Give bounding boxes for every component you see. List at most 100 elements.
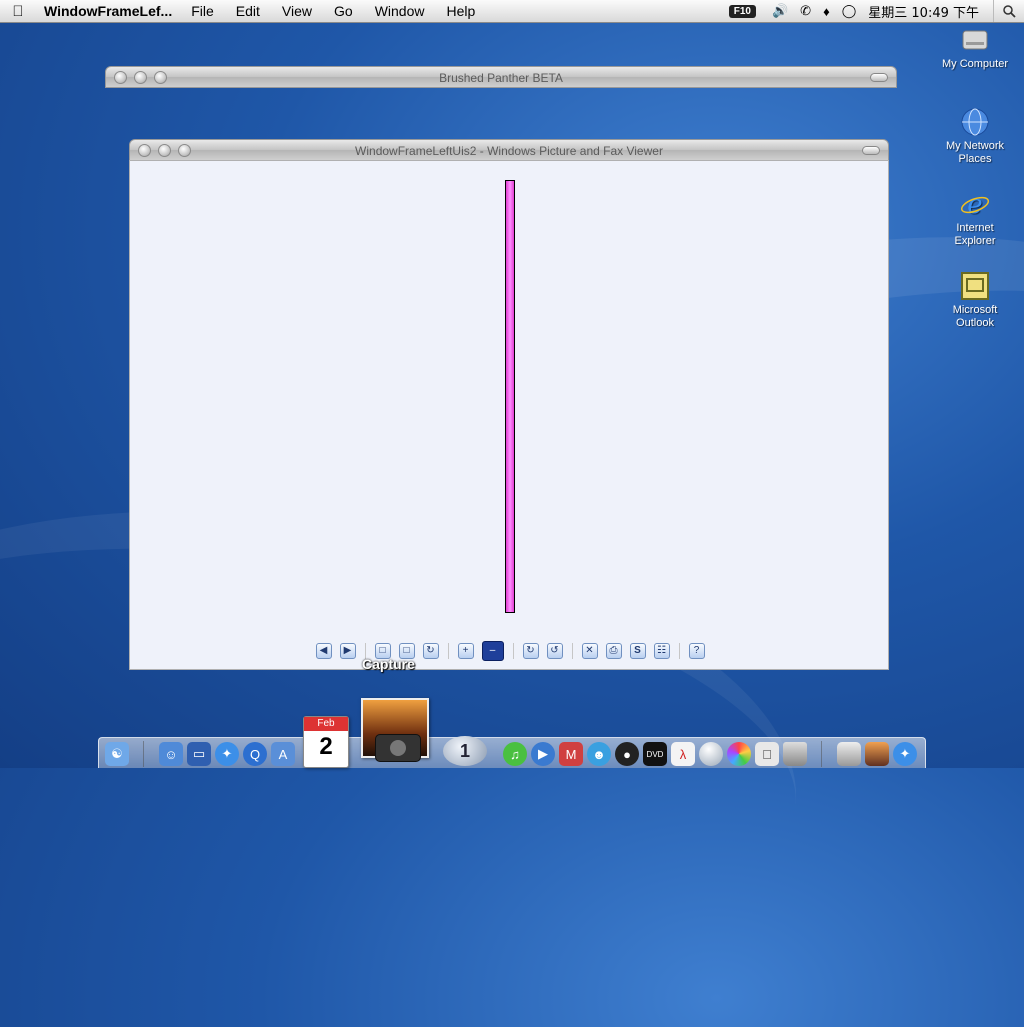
- window-title: WindowFrameLeftUis2 - Windows Picture an…: [355, 144, 663, 158]
- menu-edit[interactable]: Edit: [225, 3, 271, 19]
- zoom-out-icon[interactable]: –: [481, 641, 504, 661]
- desktop-icon-label: Microsoft Outlook: [952, 304, 998, 329]
- desktop-icon-internet-explorer[interactable]: e Internet Explorer: [935, 188, 1015, 248]
- menu-window[interactable]: Window: [364, 3, 436, 19]
- dock-item-acrobat[interactable]: λ: [671, 742, 695, 766]
- dock-item-color-wheel[interactable]: [727, 742, 751, 766]
- dock-item-calendar[interactable]: Feb 2: [303, 716, 349, 768]
- mail-icon: M: [559, 742, 583, 766]
- speech-bubble-badge-icon: 1: [443, 736, 487, 766]
- apple-swirl-icon: ☯: [105, 742, 129, 766]
- dvd-player-icon: DVD: [643, 742, 667, 766]
- menu-go[interactable]: Go: [323, 3, 364, 19]
- open-editor-icon[interactable]: ☷: [653, 643, 670, 659]
- next-image-icon[interactable]: ▶: [339, 643, 356, 659]
- toolbar-toggle-button[interactable]: [870, 73, 888, 82]
- desktop-icon: ▭: [187, 742, 211, 766]
- chat-bubble-icon[interactable]: ◯: [842, 3, 857, 19]
- desktop-icon-outlook[interactable]: Microsoft Outlook: [935, 270, 1015, 330]
- phone-icon[interactable]: ✆: [800, 3, 811, 19]
- desktop-icon-label: Internet Explorer: [954, 222, 996, 247]
- viewer-window-titlebar[interactable]: WindowFrameLeftUis2 - Windows Picture an…: [129, 139, 889, 161]
- menu-clock[interactable]: 星期三 10:49 下午: [868, 2, 979, 21]
- outlook-icon: [959, 270, 991, 302]
- dock-item-desktop[interactable]: ▭: [187, 742, 211, 766]
- menu-app-name[interactable]: WindowFrameLef...: [36, 3, 180, 19]
- dock-item-media-player[interactable]: ▶: [531, 742, 555, 766]
- help-icon[interactable]: ?: [688, 643, 705, 659]
- svg-text:e: e: [967, 190, 982, 219]
- internet-explorer-icon: e: [959, 188, 991, 220]
- photo-stack-icon: [865, 742, 889, 766]
- print-icon[interactable]: ⎙: [605, 643, 622, 659]
- menu-help[interactable]: Help: [435, 3, 486, 19]
- spotlight-search-icon[interactable]: [993, 0, 1024, 22]
- dock-item-hard-drive[interactable]: [837, 742, 861, 766]
- volume-icon[interactable]: 🔊: [772, 3, 788, 19]
- toolbar-divider: [571, 643, 573, 659]
- menu-view[interactable]: View: [271, 3, 323, 19]
- dock-item-quicktime[interactable]: Q: [243, 742, 267, 766]
- dock: ☯ ☺ ▭ ✦ Q A Feb 2 1 ♫ ▶ M ☻ ● DVD λ  ✦: [98, 698, 926, 768]
- rotate-counterclockwise-icon[interactable]: ↺: [546, 643, 563, 659]
- brushed-panther-window[interactable]: Brushed Panther BETA: [105, 66, 897, 88]
- dock-divider: [143, 741, 144, 767]
- toolbar-divider: [678, 643, 680, 659]
- calendar-month: Feb: [304, 717, 348, 731]
- media-player-icon: ▶: [531, 742, 555, 766]
- viewer-toolbar: ◀ ▶ □ □ ↻ + – ↻ ↺ ✕ ⎙ S ☷ ?: [130, 639, 890, 663]
- finder-icon: ☺: [159, 742, 183, 766]
- dock-hover-label: Capture: [362, 656, 415, 672]
- desktop-icon-my-computer[interactable]: My Computer: [935, 24, 1015, 71]
- globe-network-icon: [959, 106, 991, 138]
- dock-item-sphere[interactable]: [699, 742, 723, 766]
- acrobat-pdf-icon: λ: [671, 742, 695, 766]
- dock-item-mail[interactable]: M: [559, 742, 583, 766]
- dock-item-system[interactable]: : [755, 742, 779, 766]
- toolbar-divider: [512, 643, 514, 659]
- desktop-icon-label: My Computer: [941, 58, 1009, 70]
- menu-file[interactable]: File: [180, 3, 225, 19]
- dock-item-capture[interactable]: [357, 698, 429, 768]
- save-icon[interactable]: S: [629, 643, 646, 659]
- dock-item-speech-bubble[interactable]: 1: [443, 736, 487, 766]
- dock-divider: [821, 741, 822, 767]
- prev-image-icon[interactable]: ◀: [315, 643, 332, 659]
- slideshow-icon[interactable]: ↻: [422, 643, 439, 659]
- dock-item-finder[interactable]: ☺: [159, 742, 183, 766]
- dock-item-qq[interactable]: ●: [615, 742, 639, 766]
- dock-item-photos[interactable]: [865, 742, 889, 766]
- dock-item-dvd-player[interactable]: DVD: [643, 742, 667, 766]
- image-viewport: ◀ ▶ □ □ ↻ + – ↻ ↺ ✕ ⎙ S ☷ ?: [129, 160, 889, 670]
- dock-item-safari[interactable]: ✦: [215, 742, 239, 766]
- calendar-day: 2: [319, 733, 333, 760]
- dock-item-itunes[interactable]: ♫: [503, 742, 527, 766]
- hard-drive-icon: [959, 24, 991, 56]
- toolbar-toggle-button[interactable]: [862, 146, 880, 155]
- dock-item-trash[interactable]: [783, 742, 807, 766]
- capture-photo-camera-icon: [357, 698, 429, 768]
- camera-icon: [375, 734, 421, 762]
- quicktime-icon: Q: [243, 742, 267, 766]
- menu-bar:  WindowFrameLef... File Edit View Go Wi…: [0, 0, 1024, 23]
- app-icon: A: [271, 742, 295, 766]
- dock-item-safari-right[interactable]: ✦: [893, 742, 917, 766]
- dock-item-messenger[interactable]: ☻: [587, 742, 611, 766]
- messenger-buddies-icon: ☻: [587, 742, 611, 766]
- desktop-icon-label: My Network Places: [945, 140, 1005, 165]
- displayed-image: [505, 180, 515, 613]
- zoom-in-icon[interactable]: +: [457, 643, 474, 659]
- f10-badge[interactable]: F10: [728, 4, 756, 18]
- penguin-icon: ●: [615, 742, 639, 766]
- calendar-icon: Feb 2: [303, 716, 349, 768]
- delete-icon[interactable]: ✕: [581, 643, 598, 659]
- dock-item-apple[interactable]: ☯: [105, 742, 129, 766]
- hard-drive-icon: [837, 742, 861, 766]
- desktop-icon-network-places[interactable]: My Network Places: [935, 106, 1015, 166]
- toolbar-divider: [447, 643, 449, 659]
- apple-menu-icon[interactable]: : [0, 3, 36, 20]
- color-wheel-icon: [727, 742, 751, 766]
- dock-item-ical[interactable]: A: [271, 742, 295, 766]
- rotate-clockwise-icon[interactable]: ↻: [522, 643, 539, 659]
- script-menu-icon[interactable]: ♦: [823, 4, 830, 19]
